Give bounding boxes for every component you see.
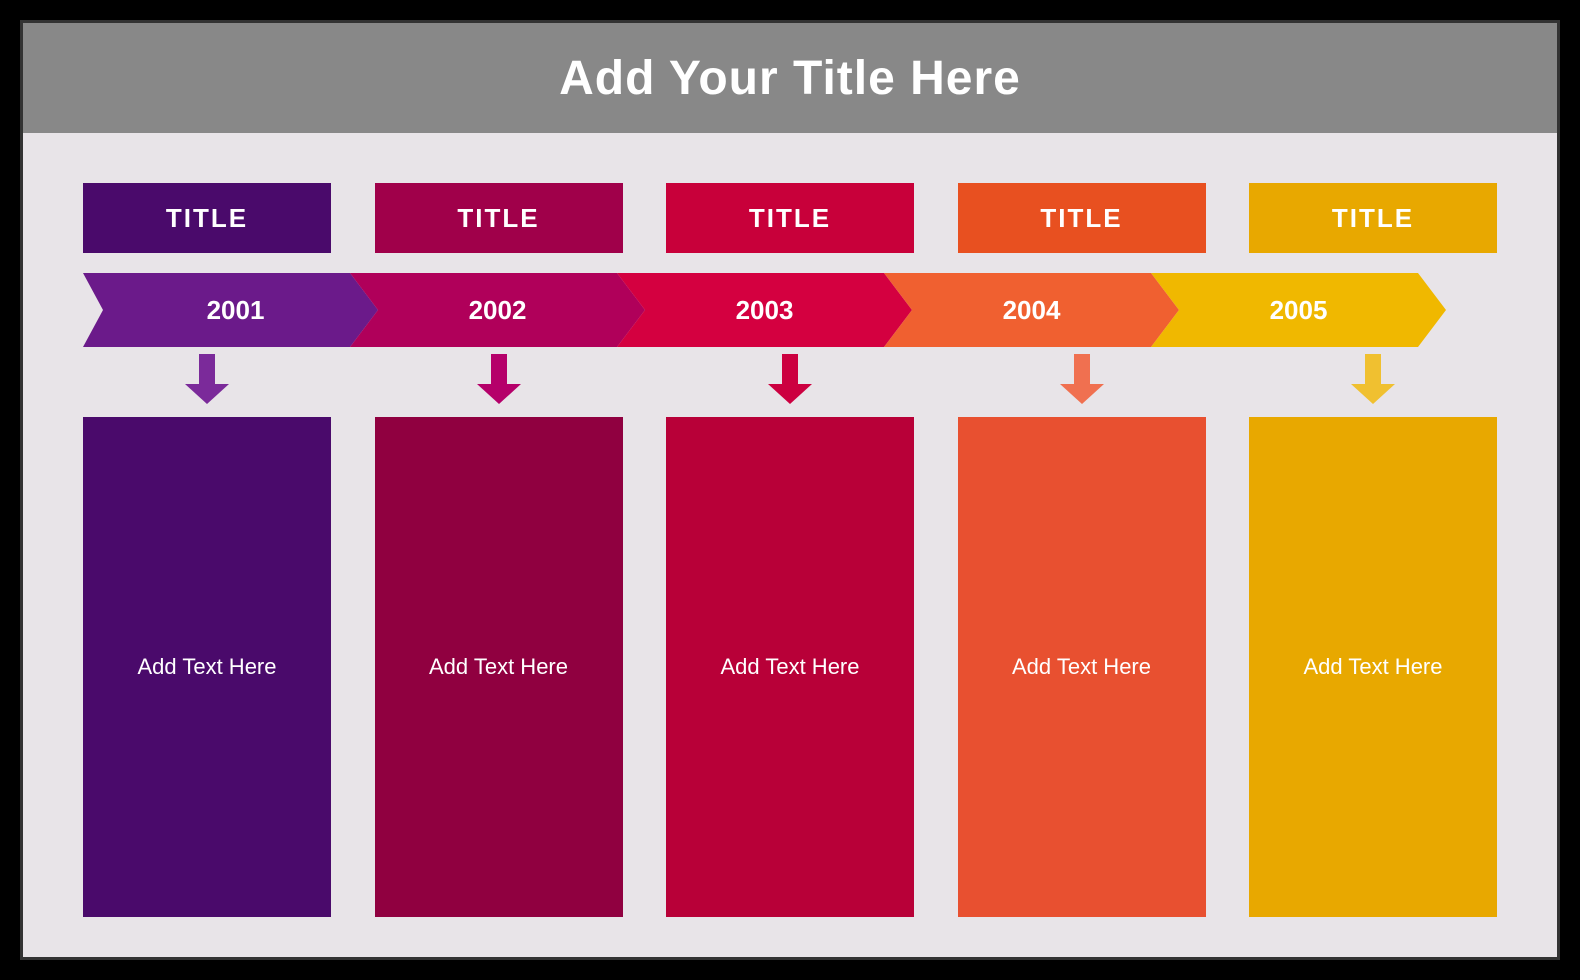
title-box-4[interactable]: TITLE bbox=[958, 183, 1206, 253]
title-box-2[interactable]: TITLE bbox=[375, 183, 623, 253]
text-box-3[interactable]: Add Text Here bbox=[666, 417, 914, 917]
year-label-4: 2004 bbox=[1003, 295, 1061, 326]
text-boxes-row: Add Text Here Add Text Here Add Text Her… bbox=[83, 417, 1497, 917]
text-box-5[interactable]: Add Text Here bbox=[1249, 417, 1497, 917]
timeline-arrow-4: 2004 bbox=[884, 273, 1179, 347]
title-box-1[interactable]: TITLE bbox=[83, 183, 331, 253]
year-label-1: 2001 bbox=[197, 295, 265, 326]
text-box-4[interactable]: Add Text Here bbox=[958, 417, 1206, 917]
text-box-2[interactable]: Add Text Here bbox=[375, 417, 623, 917]
title-row: TITLE TITLE TITLE TITLE TITLE bbox=[83, 183, 1497, 253]
connector-arrow-5 bbox=[1249, 351, 1497, 407]
header: Add Your Title Here bbox=[23, 23, 1557, 133]
title-box-3[interactable]: TITLE bbox=[666, 183, 914, 253]
title-box-5[interactable]: TITLE bbox=[1249, 183, 1497, 253]
timeline-row: 2001 2002 2003 2004 2005 bbox=[83, 273, 1497, 347]
slide: Add Your Title Here TITLE TITLE TITLE TI… bbox=[20, 20, 1560, 960]
timeline-arrow-3: 2003 bbox=[617, 273, 912, 347]
content-area: TITLE TITLE TITLE TITLE TITLE 2001 2002 bbox=[23, 133, 1557, 957]
connector-arrow-3 bbox=[666, 351, 914, 407]
connector-row bbox=[83, 347, 1497, 407]
year-label-3: 2003 bbox=[736, 295, 794, 326]
connector-arrow-2 bbox=[375, 351, 623, 407]
slide-title[interactable]: Add Your Title Here bbox=[559, 51, 1021, 106]
timeline-arrow-2: 2002 bbox=[350, 273, 645, 347]
connector-arrow-4 bbox=[958, 351, 1206, 407]
text-box-1[interactable]: Add Text Here bbox=[83, 417, 331, 917]
connector-arrow-1 bbox=[83, 351, 331, 407]
timeline-arrow-1: 2001 bbox=[83, 273, 378, 347]
year-label-5: 2005 bbox=[1270, 295, 1328, 326]
timeline-arrow-5: 2005 bbox=[1151, 273, 1446, 347]
year-label-2: 2002 bbox=[469, 295, 527, 326]
